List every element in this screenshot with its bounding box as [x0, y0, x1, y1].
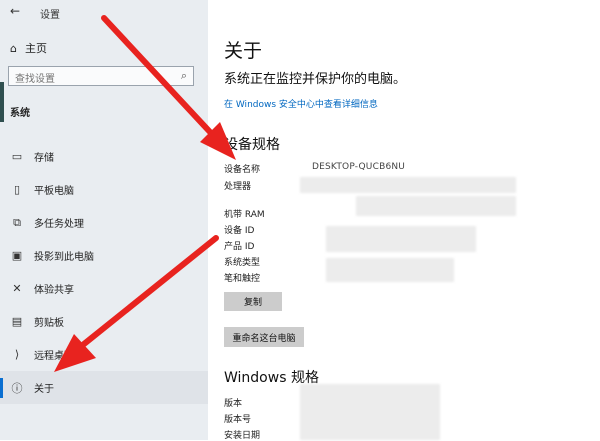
tablet-icon: ▯ — [13, 183, 21, 196]
remote-icon: ⟩ — [14, 348, 20, 361]
ram-label: 机带 RAM — [224, 210, 265, 220]
sidebar-item-about[interactable]: ⓘ 关于 — [0, 371, 208, 404]
home-label: 主页 — [24, 42, 47, 55]
sidebar-item-clipboard[interactable]: ▤ 剪贴板 — [0, 305, 208, 338]
sidebar-item-label: 多任务处理 — [34, 219, 84, 230]
sidebar-item-shared-experiences[interactable]: ✕ 体验共享 — [0, 272, 208, 305]
sidebar-category-title: 系统 — [10, 108, 30, 119]
redacted-windows-values — [300, 384, 440, 440]
device-name-value: DESKTOP-QUCB6NU — [312, 162, 406, 172]
multitasking-icon: ⧉ — [13, 215, 21, 229]
info-icon: ⓘ — [11, 381, 23, 395]
sidebar-item-storage[interactable]: ▭ 存储 — [0, 140, 208, 173]
redacted-processor-value — [300, 177, 516, 193]
sidebar-item-label: 投影到此电脑 — [34, 252, 94, 263]
redacted-ram-value — [356, 196, 516, 216]
copy-button[interactable]: 复制 — [224, 292, 282, 311]
share-icon: ✕ — [12, 282, 22, 295]
protection-status: 系统正在监控并保护你的电脑。 — [224, 72, 407, 87]
sidebar-item-multitasking[interactable]: ⧉ 多任务处理 — [0, 206, 208, 239]
sidebar-accent-bar — [0, 82, 4, 122]
search-box[interactable]: ⌕ — [8, 66, 194, 89]
redacted-id-values — [326, 226, 476, 252]
device-spec-heading: 设备规格 — [224, 137, 280, 153]
redacted-system-values — [326, 258, 454, 282]
sidebar: ← 设置 ⌂ 主页 ⌕ 系统 ▭ 存储 ▯ 平板电脑 ⧉ 多任务处理 ▣ 投影到… — [0, 0, 208, 440]
sidebar-nav: ▭ 存储 ▯ 平板电脑 ⧉ 多任务处理 ▣ 投影到此电脑 ✕ 体验共享 ▤ 剪贴… — [0, 140, 208, 404]
search-input[interactable] — [9, 70, 171, 89]
project-icon: ▣ — [11, 249, 23, 262]
device-name-label: 设备名称 — [224, 165, 261, 175]
sidebar-item-label: 平板电脑 — [34, 186, 74, 197]
sidebar-item-remote-desktop[interactable]: ⟩ 远程桌面 — [0, 338, 208, 371]
storage-icon: ▭ — [11, 150, 23, 163]
sidebar-item-tablet[interactable]: ▯ 平板电脑 — [0, 173, 208, 206]
clipboard-icon: ▤ — [11, 315, 23, 328]
pen-touch-label: 笔和触控 — [224, 274, 261, 284]
sidebar-item-label: 体验共享 — [34, 285, 74, 296]
sidebar-item-label: 关于 — [34, 384, 54, 395]
edition-label: 版本 — [224, 399, 243, 409]
main-content: 关于 系统正在监控并保护你的电脑。 在 Windows 安全中心中查看详细信息 … — [208, 0, 600, 441]
device-id-label: 设备 ID — [224, 226, 255, 236]
system-type-label: 系统类型 — [224, 258, 261, 268]
sidebar-item-project[interactable]: ▣ 投影到此电脑 — [0, 239, 208, 272]
sidebar-item-label: 远程桌面 — [34, 351, 74, 362]
version-label: 版本号 — [224, 415, 252, 425]
product-id-label: 产品 ID — [224, 242, 255, 252]
back-arrow-icon[interactable]: ← — [10, 4, 20, 18]
page-title: 关于 — [224, 40, 263, 62]
sidebar-item-label: 存储 — [34, 153, 54, 164]
processor-label: 处理器 — [224, 182, 252, 192]
search-icon: ⌕ — [180, 69, 187, 82]
home-icon: ⌂ — [10, 41, 17, 55]
window-title: 设置 — [40, 10, 60, 21]
sidebar-item-home[interactable]: ⌂ 主页 — [10, 40, 47, 56]
security-center-link[interactable]: 在 Windows 安全中心中查看详细信息 — [224, 97, 378, 110]
sidebar-item-label: 剪贴板 — [34, 318, 64, 329]
install-date-label: 安装日期 — [224, 431, 261, 441]
rename-pc-button[interactable]: 重命名这台电脑 — [224, 327, 304, 347]
